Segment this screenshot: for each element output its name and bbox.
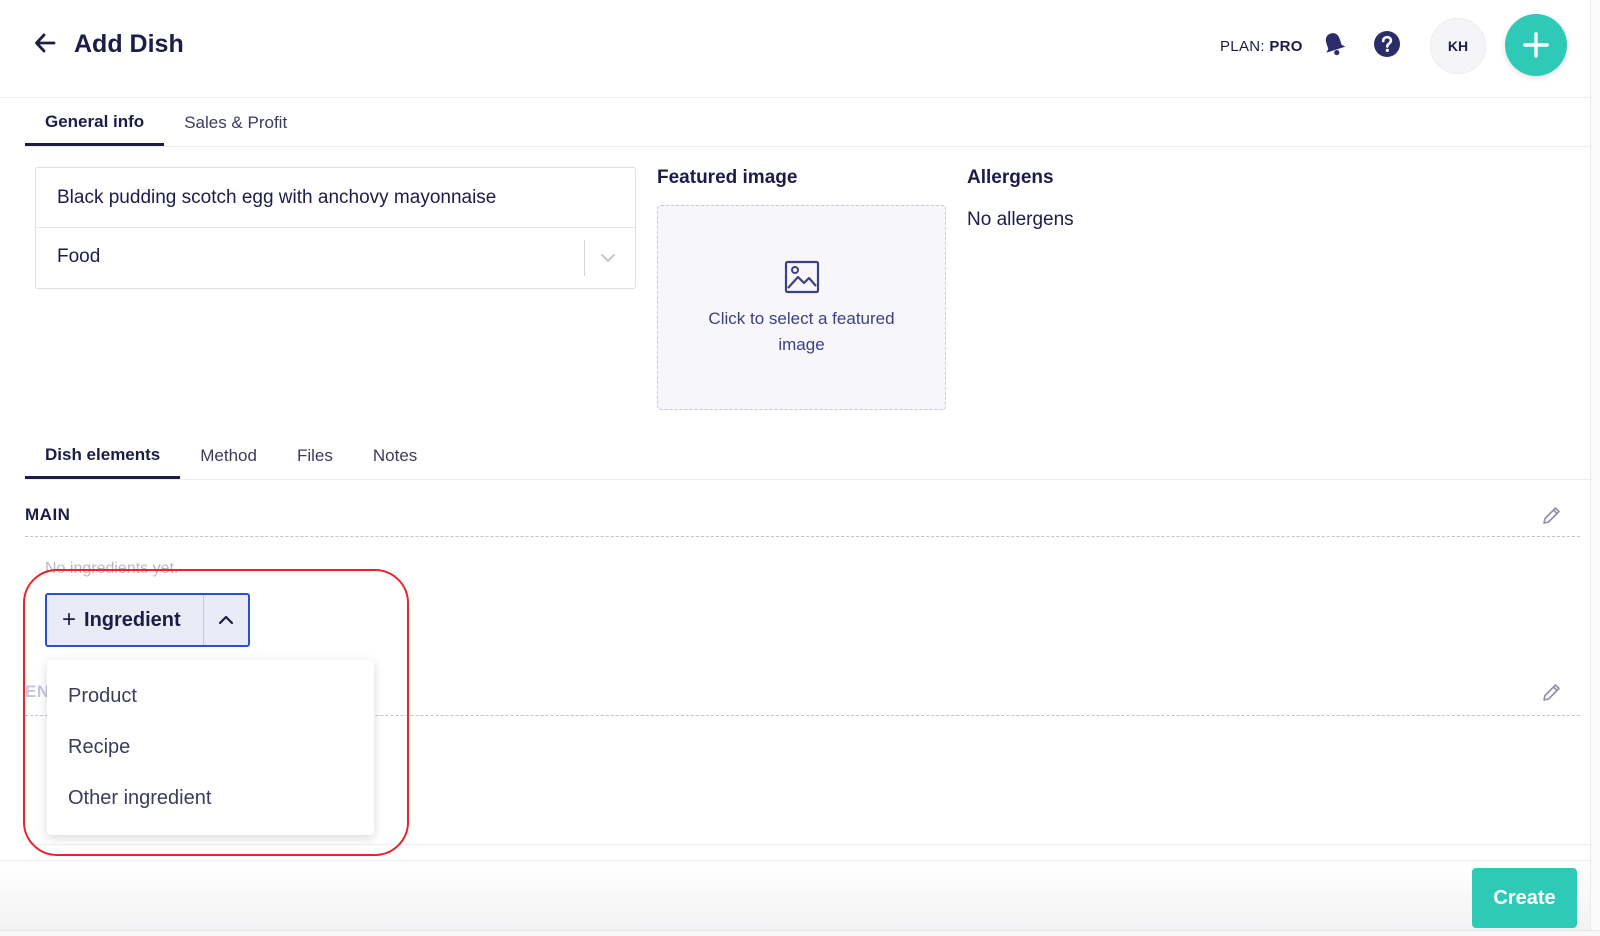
element-tabs: Dish elements Method Files Notes <box>25 433 437 479</box>
dish-info-card: Food <box>35 167 636 289</box>
window-edge <box>1590 0 1600 936</box>
bell-icon <box>1325 33 1346 56</box>
tab-files[interactable]: Files <box>277 433 353 479</box>
tab-general-info[interactable]: General info <box>25 100 165 146</box>
user-avatar[interactable]: KH <box>1430 18 1486 74</box>
help-icon <box>1374 31 1400 57</box>
plan-value: PRO <box>1269 38 1303 55</box>
empty-ingredients-text: No ingredients yet. <box>45 560 179 577</box>
tab-notes[interactable]: Notes <box>353 433 437 479</box>
footer-bar <box>0 860 1590 930</box>
allergens-title: Allergens <box>967 167 1054 188</box>
back-arrow-icon <box>35 33 56 53</box>
quick-add-button[interactable] <box>1505 14 1567 76</box>
ingredient-menu-toggle[interactable] <box>203 595 248 645</box>
create-button[interactable]: Create <box>1472 868 1577 928</box>
ingredient-type-menu: Product Recipe Other ingredient <box>47 660 374 835</box>
plan-label: PLAN: <box>1220 38 1265 55</box>
chevron-up-icon <box>218 615 234 625</box>
notifications-button[interactable] <box>1320 30 1348 58</box>
app-window: Add Dish PLAN: PRO KH General info Sales… <box>0 0 1590 936</box>
help-button[interactable] <box>1373 30 1401 58</box>
add-ingredient-button[interactable]: + Ingredient <box>47 595 203 645</box>
tab-sales-profit[interactable]: Sales & Profit <box>164 100 307 146</box>
chevron-down-icon[interactable] <box>598 248 618 268</box>
edit-section-icon[interactable] <box>1540 682 1562 704</box>
plan-indicator: PLAN: PRO <box>1220 38 1303 55</box>
allergens-value: No allergens <box>967 209 1074 230</box>
section-divider <box>25 536 1580 537</box>
featured-image-title: Featured image <box>657 167 798 188</box>
menu-item-recipe[interactable]: Recipe <box>47 722 374 773</box>
menu-item-other-ingredient[interactable]: Other ingredient <box>47 773 374 824</box>
back-button[interactable] <box>30 28 60 58</box>
select-separator <box>584 240 585 276</box>
dish-name-input[interactable] <box>36 168 635 228</box>
add-ingredient-label: Ingredient <box>84 608 181 631</box>
tab-method[interactable]: Method <box>180 433 277 479</box>
tabs-divider <box>25 146 1590 147</box>
menu-item-product[interactable]: Product <box>47 671 374 722</box>
window-edge <box>0 930 1600 936</box>
top-tabs: General info Sales & Profit <box>25 100 307 146</box>
content-divider <box>25 844 1590 845</box>
plus-icon <box>1523 32 1549 58</box>
page-header: Add Dish PLAN: PRO KH <box>0 0 1590 98</box>
section-title-main: MAIN <box>25 505 71 524</box>
featured-image-dropzone[interactable]: Click to select a featured image <box>657 205 946 410</box>
dish-type-value: Food <box>57 246 101 267</box>
tab-dish-elements[interactable]: Dish elements <box>25 433 181 479</box>
dish-type-select[interactable]: Food <box>36 228 635 288</box>
edit-section-icon[interactable] <box>1540 505 1562 527</box>
plus-icon: + <box>62 606 77 633</box>
add-ingredient-split-button: + Ingredient <box>45 593 250 647</box>
featured-image-prompt: Click to select a featured image <box>708 309 895 354</box>
image-icon <box>784 260 819 294</box>
section-title-second: EN <box>25 682 50 701</box>
element-tabs-divider <box>25 479 1590 480</box>
page-title: Add Dish <box>74 30 184 58</box>
